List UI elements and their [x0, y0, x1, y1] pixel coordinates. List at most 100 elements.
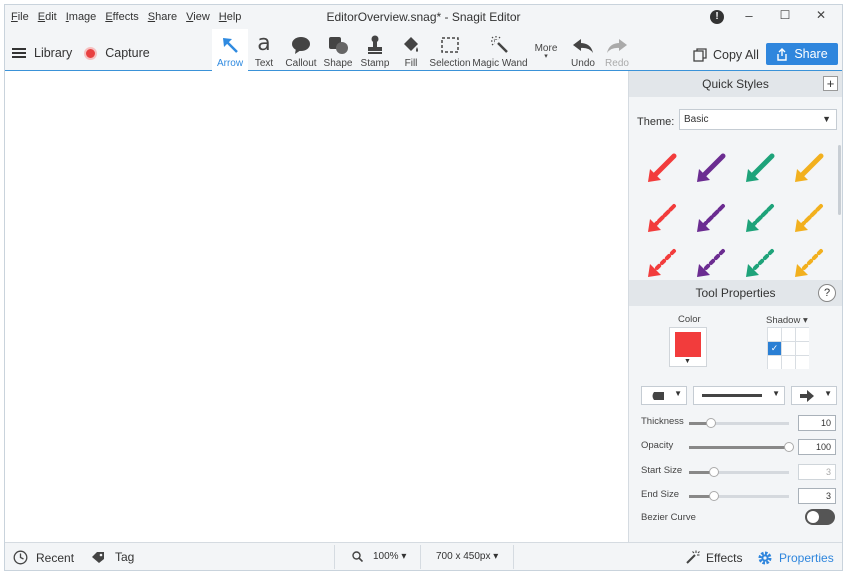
arrow-end-style-select[interactable]: ▼ [791, 386, 837, 405]
tool-magic-wand[interactable]: Magic Wand [472, 29, 528, 71]
color-picker[interactable]: ▼ [669, 327, 707, 367]
quick-style-arrow[interactable] [746, 153, 775, 182]
effects-wand-icon [686, 550, 700, 564]
properties-panel: Quick Styles + Theme: Basic ▼ Tool Prope… [629, 71, 842, 542]
editor-canvas[interactable] [5, 71, 629, 542]
copy-all-button[interactable]: Copy All [693, 48, 759, 62]
tool-stamp[interactable]: Stamp [357, 29, 393, 71]
minimize-button[interactable]: – [739, 8, 759, 23]
status-bar: Recent Tag 100% ▾ 700 x 450px ▾ Effects … [5, 542, 842, 570]
close-button[interactable]: ✕ [811, 8, 831, 22]
tool-selection[interactable]: Selection [429, 29, 471, 71]
add-style-button[interactable]: + [823, 76, 838, 91]
bezier-curve-toggle[interactable] [805, 509, 835, 525]
tool-text[interactable]: a Text [251, 29, 277, 71]
chevron-down-icon: ▼ [674, 389, 682, 398]
tool-fill[interactable]: Fill [398, 29, 424, 71]
tool-callout[interactable]: Callout [282, 29, 320, 71]
slider-thumb[interactable] [706, 418, 716, 428]
shadow-check-icon[interactable]: ✓ [768, 342, 781, 355]
color-caret-icon: ▼ [684, 358, 691, 365]
chevron-down-icon: ▼ [822, 114, 831, 124]
tag-button[interactable]: Tag [91, 550, 134, 564]
tag-icon [92, 552, 104, 563]
slider-value-input[interactable]: 10 [798, 415, 836, 431]
slider-fill [689, 446, 789, 449]
quick-style-arrow[interactable] [746, 249, 774, 277]
slider-thumb[interactable] [784, 442, 794, 452]
arrow-tail-icon [652, 392, 664, 400]
color-swatch [675, 332, 701, 357]
maximize-button[interactable]: ☐ [775, 8, 795, 22]
quick-styles-header: Quick Styles + [629, 71, 842, 97]
recent-label: Recent [36, 550, 75, 565]
recent-button[interactable]: Recent [13, 550, 74, 565]
slider-value-input[interactable]: 3 [798, 488, 836, 504]
tool-properties-title: Tool Properties [695, 286, 776, 300]
quick-style-arrow[interactable] [697, 249, 725, 277]
tool-more[interactable]: More ▾ [533, 29, 559, 71]
capture-record-icon[interactable] [84, 46, 98, 60]
share-button[interactable]: Share [766, 43, 838, 65]
help-button[interactable]: ? [818, 284, 836, 302]
quick-style-arrow[interactable] [648, 204, 676, 232]
quick-style-arrow[interactable] [697, 204, 725, 232]
quick-style-arrow[interactable] [795, 249, 823, 277]
slider-track[interactable] [689, 442, 794, 452]
tool-arrow[interactable]: Arrow [212, 29, 248, 71]
chevron-down-icon: ▼ [824, 389, 832, 398]
tool-selection-label: Selection [429, 58, 471, 69]
quick-style-arrow[interactable] [746, 204, 774, 232]
tool-text-label: Text [254, 58, 274, 69]
slider-thumb[interactable] [709, 491, 719, 501]
line-style-select[interactable]: ▼ [693, 386, 785, 405]
color-label: Color [678, 314, 701, 325]
arrow-icon [223, 38, 238, 53]
library-button[interactable]: Library [34, 46, 72, 60]
quick-style-arrow[interactable] [795, 153, 824, 182]
quick-style-arrow[interactable] [648, 249, 676, 277]
slider-value-input[interactable]: 100 [798, 439, 836, 455]
tool-shape-label: Shape [323, 58, 353, 69]
hamburger-icon[interactable] [12, 48, 26, 58]
shadow-label[interactable]: Shadow ▾ [766, 315, 808, 326]
zoom-value: 100% ▾ [373, 551, 407, 562]
arrow-head-icon [800, 390, 814, 402]
quick-styles-scrollbar[interactable] [838, 145, 841, 215]
theme-value: Basic [684, 114, 709, 125]
slider-value-input[interactable]: 3 [798, 464, 836, 480]
share-icon [777, 47, 788, 61]
theme-select[interactable]: Basic ▼ [679, 109, 837, 130]
slider-thumb[interactable] [709, 467, 719, 477]
tool-more-label: More [534, 43, 558, 54]
slider-label: End Size [641, 489, 680, 500]
title-bar: File Edit Image Effects Share View Help … [5, 5, 842, 29]
image-size-control[interactable]: 700 x 450px ▾ [436, 551, 498, 562]
quick-style-arrow[interactable] [648, 153, 677, 182]
slider-track[interactable] [689, 491, 789, 501]
zoom-control[interactable]: 100% ▾ [352, 551, 406, 562]
tool-shape[interactable]: Shape [321, 29, 355, 71]
slider-track[interactable] [689, 418, 789, 428]
gear-icon [758, 551, 772, 565]
info-icon[interactable]: ! [710, 10, 724, 24]
slider-label: Start Size [641, 465, 683, 476]
chevron-down-icon: ▼ [772, 389, 780, 398]
quick-style-arrow[interactable] [697, 153, 726, 182]
tool-redo[interactable]: Redo [603, 29, 631, 71]
shadow-direction-grid[interactable]: ✓ [767, 327, 809, 369]
slider-track[interactable] [689, 467, 789, 477]
quick-styles-title: Quick Styles [702, 77, 769, 91]
arrow-start-style-select[interactable]: ▼ [641, 386, 687, 405]
line-style-preview [702, 394, 762, 397]
more-chevron-icon: ▾ [544, 53, 548, 60]
tag-label: Tag [115, 550, 135, 564]
capture-button[interactable]: Capture [105, 46, 149, 60]
shape-icon [329, 37, 348, 54]
effects-button[interactable]: Effects [685, 550, 742, 565]
slider-label: Opacity [641, 440, 674, 451]
tool-undo[interactable]: Undo [569, 29, 597, 71]
properties-button[interactable]: Properties [757, 550, 834, 566]
tool-undo-label: Undo [571, 58, 595, 69]
quick-style-arrow[interactable] [795, 204, 823, 232]
